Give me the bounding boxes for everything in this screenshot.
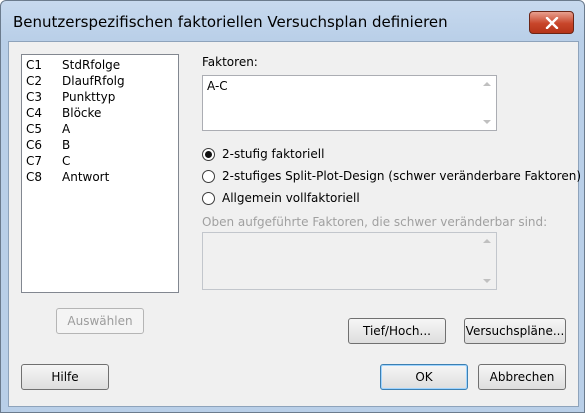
- column-name: DlaufRfolg: [62, 74, 125, 88]
- list-item[interactable]: C5 A: [26, 122, 70, 138]
- low-high-button[interactable]: Tief/Hoch...: [348, 318, 446, 344]
- column-name: Antwort: [62, 170, 110, 184]
- radio-split-plot[interactable]: 2-stufiges Split-Plot-Design (schwer ver…: [202, 167, 581, 185]
- help-button[interactable]: Hilfe: [21, 364, 109, 390]
- cancel-button[interactable]: Abbrechen: [478, 364, 566, 390]
- scroll-down-icon[interactable]: [483, 279, 491, 283]
- hard-to-change-label: Oben aufgeführte Faktoren, die schwer ve…: [202, 215, 548, 229]
- dialog-client-area: C1 StdRfolge C2 DlaufRfolg C3 Punkttyp C…: [8, 41, 581, 407]
- ok-button[interactable]: OK: [380, 364, 468, 390]
- radio-label: 2-stufiges Split-Plot-Design (schwer ver…: [222, 169, 582, 183]
- title-bar[interactable]: Benutzerspezifischen faktoriellen Versuc…: [1, 1, 584, 42]
- scroll-up-icon[interactable]: [483, 239, 491, 243]
- column-name: StdRfolge: [62, 58, 121, 72]
- column-id: C5: [26, 122, 43, 136]
- column-name: A: [62, 122, 71, 136]
- list-item[interactable]: C4 Blöcke: [26, 106, 101, 122]
- dialog-window: Benutzerspezifischen faktoriellen Versuc…: [0, 0, 585, 413]
- column-id: C6: [26, 138, 43, 152]
- column-name: Punkttyp: [62, 90, 116, 104]
- radio-checked-icon[interactable]: [202, 147, 215, 161]
- column-id: C7: [26, 154, 43, 168]
- list-item[interactable]: C6 B: [26, 138, 70, 154]
- hard-to-change-input[interactable]: [202, 232, 497, 290]
- radio-unchecked-icon[interactable]: [202, 191, 215, 205]
- window-title: Benutzerspezifischen faktoriellen Versuc…: [13, 13, 448, 31]
- designs-button[interactable]: Versuchspläne...: [464, 318, 566, 344]
- close-icon: [545, 16, 558, 29]
- select-button[interactable]: Auswählen: [56, 308, 144, 334]
- radio-label: Allgemein vollfaktoriell: [222, 191, 360, 205]
- close-button[interactable]: [529, 11, 574, 34]
- factors-input[interactable]: A-C: [202, 75, 497, 131]
- scroll-up-icon[interactable]: [483, 82, 491, 86]
- column-id: C3: [26, 90, 43, 104]
- factors-value: A-C: [207, 79, 228, 93]
- column-id: C1: [26, 58, 43, 72]
- scroll-down-icon[interactable]: [483, 120, 491, 124]
- list-item[interactable]: C8 Antwort: [26, 170, 109, 186]
- factors-scrollbar[interactable]: [479, 76, 496, 130]
- list-item[interactable]: C2 DlaufRfolg: [26, 74, 125, 90]
- list-item[interactable]: C1 StdRfolge: [26, 58, 120, 74]
- list-item[interactable]: C7 C: [26, 154, 70, 170]
- column-listbox[interactable]: C1 StdRfolge C2 DlaufRfolg C3 Punkttyp C…: [21, 54, 179, 293]
- column-id: C2: [26, 74, 43, 88]
- column-id: C8: [26, 170, 43, 184]
- radio-two-level-factorial[interactable]: 2-stufig faktoriell: [202, 145, 324, 163]
- column-name: B: [62, 138, 71, 152]
- radio-unchecked-icon[interactable]: [202, 169, 215, 183]
- column-name: Blöcke: [62, 106, 102, 120]
- radio-label: 2-stufig faktoriell: [222, 147, 325, 161]
- list-item[interactable]: C3 Punkttyp: [26, 90, 115, 106]
- factors-label: Faktoren:: [202, 55, 258, 69]
- radio-general-full-factorial[interactable]: Allgemein vollfaktoriell: [202, 189, 360, 207]
- column-name: C: [62, 154, 71, 168]
- column-id: C4: [26, 106, 43, 120]
- hard-to-change-scrollbar[interactable]: [479, 233, 496, 289]
